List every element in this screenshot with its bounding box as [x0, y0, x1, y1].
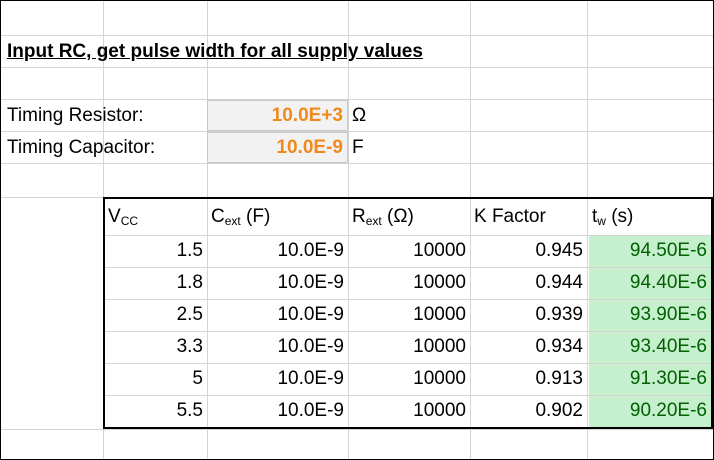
header-rext-subscript: ext: [365, 214, 382, 228]
cell-tw[interactable]: 91.30E-6: [587, 363, 707, 395]
cell-rext[interactable]: 10000: [348, 299, 466, 331]
cell-vcc[interactable]: 1.5: [105, 235, 203, 267]
timing-capacitor-label[interactable]: Timing Capacitor:: [7, 132, 155, 164]
cell-tw[interactable]: 93.90E-6: [587, 299, 707, 331]
cell-tw[interactable]: 93.40E-6: [587, 331, 707, 363]
cell-vcc[interactable]: 1.8: [105, 267, 203, 299]
table-row: 5 10.0E-9 10000 0.913 91.30E-6: [105, 363, 711, 395]
header-vcc-subscript: CC: [120, 214, 139, 228]
cell-k-factor[interactable]: 0.939: [470, 299, 583, 331]
cell-tw[interactable]: 94.40E-6: [587, 267, 707, 299]
header-vcc-text: V: [108, 206, 121, 227]
cell-rext[interactable]: 10000: [348, 363, 466, 395]
results-table: VCC Cext (F) Rext (Ω) K Factor tw (s) 1.…: [103, 197, 713, 429]
spreadsheet-grid: Input RC, get pulse width for all supply…: [0, 0, 714, 460]
timing-capacitor-input[interactable]: 10.0E-9: [207, 132, 348, 163]
cell-cext[interactable]: 10.0E-9: [207, 395, 344, 427]
timing-resistor-label[interactable]: Timing Resistor:: [7, 100, 144, 132]
timing-resistor-input[interactable]: 10.0E+3: [207, 100, 348, 131]
header-rext[interactable]: Rext (Ω): [352, 199, 414, 235]
table-row: 3.3 10.0E-9 10000 0.934 93.40E-6: [105, 331, 711, 363]
cell-rext[interactable]: 10000: [348, 395, 466, 427]
cell-k-factor[interactable]: 0.934: [470, 331, 583, 363]
cell-cext[interactable]: 10.0E-9: [207, 235, 344, 267]
header-vcc[interactable]: VCC: [108, 199, 138, 235]
cell-vcc[interactable]: 2.5: [105, 299, 203, 331]
header-cext[interactable]: Cext (F): [211, 199, 270, 235]
timing-resistor-unit[interactable]: Ω: [352, 100, 366, 132]
cell-cext[interactable]: 10.0E-9: [207, 331, 344, 363]
cell-rext[interactable]: 10000: [348, 235, 466, 267]
table-row: 2.5 10.0E-9 10000 0.939 93.90E-6: [105, 299, 711, 331]
header-rext-unit: (Ω): [381, 206, 414, 227]
cell-rext[interactable]: 10000: [348, 267, 466, 299]
header-tw-subscript: w: [597, 214, 606, 228]
header-cext-text: C: [211, 206, 225, 227]
sheet-title[interactable]: Input RC, get pulse width for all supply…: [7, 36, 423, 68]
cell-rext[interactable]: 10000: [348, 331, 466, 363]
cell-k-factor[interactable]: 0.945: [470, 235, 583, 267]
cell-cext[interactable]: 10.0E-9: [207, 299, 344, 331]
header-rext-text: R: [352, 206, 366, 227]
cell-k-factor[interactable]: 0.913: [470, 363, 583, 395]
cell-cext[interactable]: 10.0E-9: [207, 267, 344, 299]
cell-tw[interactable]: 90.20E-6: [587, 395, 707, 427]
table-row: 1.5 10.0E-9 10000 0.945 94.50E-6: [105, 235, 711, 267]
header-tw-unit: (s): [605, 206, 634, 227]
table-row: 5.5 10.0E-9 10000 0.902 90.20E-6: [105, 395, 711, 427]
table-row: 1.8 10.0E-9 10000 0.944 94.40E-6: [105, 267, 711, 299]
cell-vcc[interactable]: 3.3: [105, 331, 203, 363]
cell-k-factor[interactable]: 0.944: [470, 267, 583, 299]
header-cext-subscript: ext: [224, 214, 241, 228]
cell-k-factor[interactable]: 0.902: [470, 395, 583, 427]
timing-capacitor-unit[interactable]: F: [352, 132, 364, 164]
cell-vcc[interactable]: 5: [105, 363, 203, 395]
cell-vcc[interactable]: 5.5: [105, 395, 203, 427]
grid-row-line: [1, 429, 713, 430]
header-k-factor[interactable]: K Factor: [474, 199, 546, 235]
header-tw[interactable]: tw (s): [592, 199, 633, 235]
cell-cext[interactable]: 10.0E-9: [207, 363, 344, 395]
cell-tw[interactable]: 94.50E-6: [587, 235, 707, 267]
header-cext-unit: (F): [240, 206, 271, 227]
